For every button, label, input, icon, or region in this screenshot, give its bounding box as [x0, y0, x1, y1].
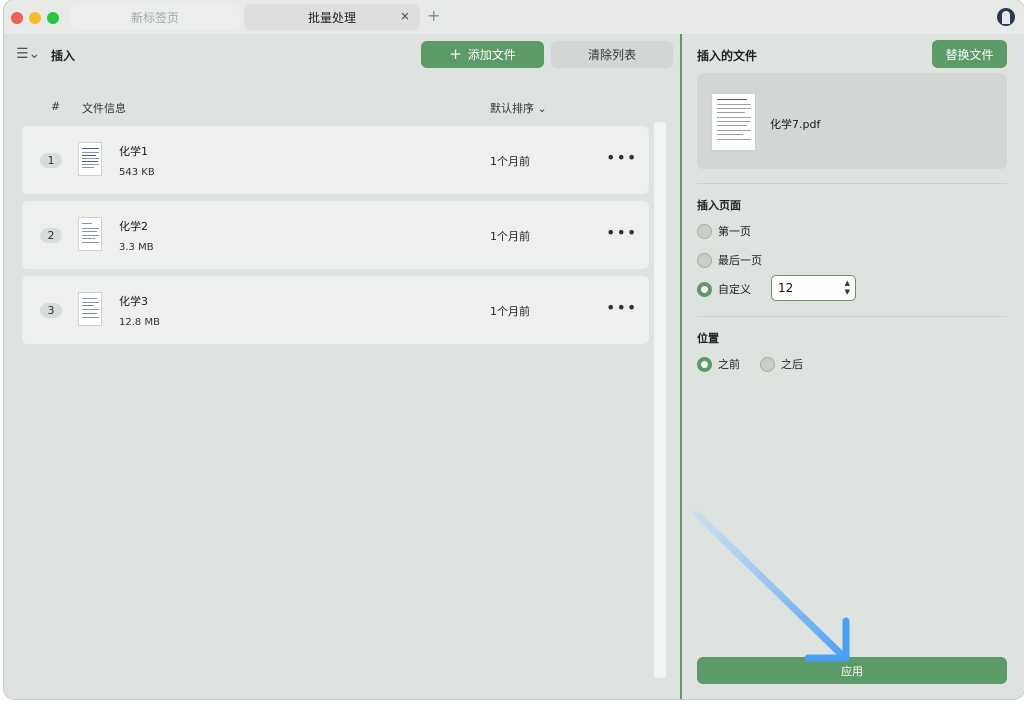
radio-label: 之前 [718, 358, 740, 371]
file-size: 543 KB [119, 167, 155, 178]
page-number-value[interactable]: 12 [778, 281, 793, 295]
radio-after[interactable]: 之后 [760, 356, 803, 372]
stepper-arrows-icon[interactable]: ▲ ▼ [845, 279, 850, 297]
tab-label: 新标签页 [130, 10, 179, 25]
sort-dropdown[interactable]: 默认排序 ⌄ [490, 100, 547, 116]
radio-label: 第一页 [718, 225, 751, 238]
clear-list-label: 清除列表 [587, 48, 636, 62]
clear-list-button[interactable]: 清除列表 [551, 41, 673, 68]
file-size: 3.3 MB [119, 242, 154, 253]
file-thumbnail [78, 292, 102, 326]
new-tab-plus-icon[interactable]: + [427, 6, 440, 25]
file-row[interactable]: 3 化学3 12.8 MB 1个月前 ••• [22, 276, 649, 344]
close-window-button[interactable] [11, 12, 23, 24]
add-file-button[interactable]: + 添加文件 [421, 41, 544, 68]
radio-custom[interactable]: 自定义 [697, 281, 751, 297]
row-index: 1 [40, 153, 62, 168]
file-row[interactable]: 1 化学1 543 KB 1个月前 ••• [22, 126, 649, 194]
tab-new-tab[interactable]: 新标签页 [70, 4, 240, 30]
avatar[interactable] [997, 8, 1015, 26]
inserted-file-name: 化学7.pdf [770, 118, 821, 131]
file-time: 1个月前 [490, 155, 530, 168]
plus-icon: + [449, 45, 462, 63]
tab-batch-processing[interactable]: 批量处理 [244, 4, 420, 30]
insert-settings-panel: 插入的文件 替换文件 化学7.pdf 插入页面 第一页 最后一页 自定义 12 … [682, 34, 1024, 699]
page-number-stepper[interactable]: 12 ▲ ▼ [771, 275, 856, 301]
minimize-window-button[interactable] [29, 12, 41, 24]
file-time: 1个月前 [490, 305, 530, 318]
file-thumbnail [78, 142, 102, 176]
more-options-icon[interactable]: ••• [606, 148, 637, 167]
title-bar: 新标签页 批量处理 × + [4, 0, 1024, 34]
menu-icon[interactable]: ☰⌄ [16, 46, 40, 62]
radio-button-selected[interactable] [697, 281, 712, 297]
file-time: 1个月前 [490, 230, 530, 243]
inserted-file-card: 化学7.pdf [697, 73, 1007, 169]
file-size: 12.8 MB [119, 317, 160, 328]
file-thumbnail [78, 217, 102, 251]
radio-label: 自定义 [718, 283, 751, 296]
more-options-icon[interactable]: ••• [606, 298, 637, 317]
file-row[interactable]: 2 化学2 3.3 MB 1个月前 ••• [22, 201, 649, 269]
replace-file-label: 替换文件 [945, 47, 994, 62]
add-file-label: 添加文件 [467, 48, 516, 62]
radio-first-page[interactable]: 第一页 [697, 223, 751, 239]
file-name: 化学2 [119, 220, 148, 233]
tab-label: 批量处理 [307, 10, 356, 25]
position-title: 位置 [697, 332, 719, 345]
pdf-thumbnail [711, 93, 756, 151]
apply-button[interactable]: 应用 [697, 657, 1007, 684]
tab-close-icon[interactable]: × [400, 9, 410, 23]
divider [697, 183, 1007, 184]
insert-page-title: 插入页面 [697, 199, 741, 212]
column-header-file-info: 文件信息 [82, 102, 126, 115]
inserted-file-title: 插入的文件 [697, 49, 758, 63]
file-list-panel: ☰⌄ 插入 + 添加文件 清除列表 # 文件信息 默认排序 ⌄ 1 化学1 54… [4, 34, 680, 699]
radio-button[interactable] [697, 252, 712, 268]
replace-file-button[interactable]: 替换文件 [932, 40, 1007, 68]
row-index: 2 [40, 228, 62, 243]
scrollbar[interactable] [654, 122, 666, 678]
column-header-index: # [51, 100, 61, 113]
file-name: 化学3 [119, 295, 148, 308]
maximize-window-button[interactable] [47, 12, 59, 24]
row-index: 3 [40, 303, 62, 318]
app-window: 新标签页 批量处理 × + ☰⌄ 插入 + 添加文件 清除列表 # 文件信息 默… [4, 0, 1024, 699]
radio-button-selected[interactable] [697, 356, 712, 372]
panel-title: 插入 [51, 49, 76, 63]
radio-last-page[interactable]: 最后一页 [697, 252, 762, 268]
radio-label: 之后 [781, 358, 803, 371]
radio-button[interactable] [697, 223, 712, 239]
radio-button[interactable] [760, 356, 775, 372]
more-options-icon[interactable]: ••• [606, 223, 637, 242]
divider [697, 316, 1007, 317]
radio-label: 最后一页 [718, 254, 762, 267]
radio-before[interactable]: 之前 [697, 356, 740, 372]
apply-label: 应用 [841, 664, 863, 678]
file-name: 化学1 [119, 145, 148, 158]
